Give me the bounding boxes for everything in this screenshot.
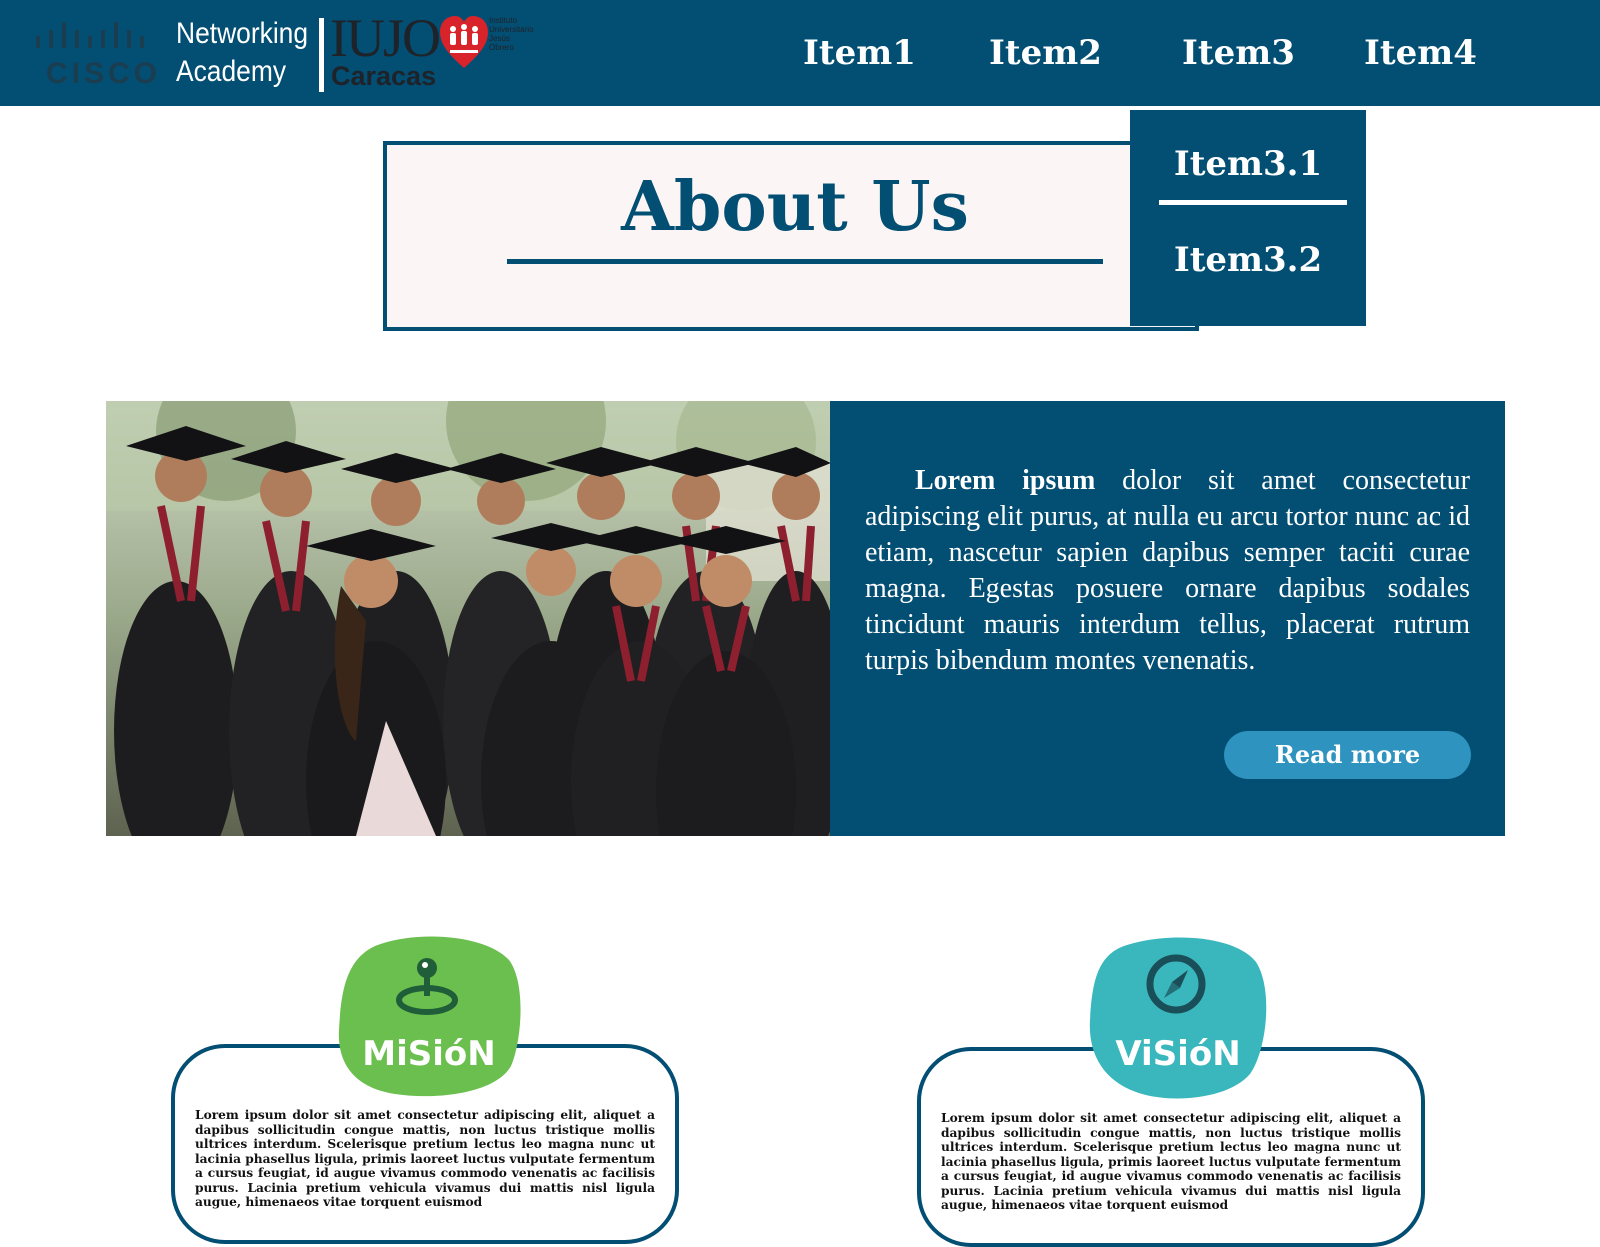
about-text-panel: Lorem ipsum dolor sit amet consectetur a… — [830, 401, 1505, 836]
mision-badge: MiSióN — [335, 934, 523, 1098]
nav-item-3[interactable]: Item3 — [1182, 28, 1295, 78]
site-header: CISCO Networking Academy IUJO Caracas In… — [0, 0, 1600, 106]
mision-text: Lorem ipsum dolor sit amet consectetur a… — [195, 1108, 655, 1209]
page-title: About Us — [621, 167, 969, 247]
about-us-box: About Us — [383, 141, 1199, 331]
logo-divider — [319, 18, 324, 92]
about-paragraph-lead: Lorem ipsum — [915, 465, 1096, 496]
dropdown-item-3-1[interactable]: Item3.1 — [1130, 142, 1366, 186]
vision-badge: ViSióN — [1088, 934, 1268, 1100]
title-underline — [507, 259, 1103, 264]
cisco-wordmark: CISCO — [46, 57, 162, 90]
about-paragraph: Lorem ipsum dolor sit amet consectetur a… — [865, 463, 1470, 679]
mision-label: MiSióN — [362, 1034, 496, 1074]
nav-item-4[interactable]: Item4 — [1364, 28, 1477, 78]
graduates-illustration — [106, 401, 831, 836]
iujo-wordmark: IUJO — [330, 8, 441, 68]
dropdown-separator — [1159, 200, 1347, 205]
heart-children-icon — [440, 16, 488, 68]
item3-dropdown: Item3.1 Item3.2 — [1130, 110, 1366, 326]
about-paragraph-body: dolor sit amet consectetur adipiscing el… — [865, 465, 1471, 676]
joystick-pin-icon — [396, 958, 458, 1015]
vision-text: Lorem ipsum dolor sit amet consectetur a… — [941, 1111, 1401, 1212]
nav-item-1[interactable]: Item1 — [803, 28, 916, 78]
read-more-button[interactable]: Read more — [1224, 731, 1471, 779]
institute-text: Instituto Universitario Jesús Obrero — [489, 16, 534, 52]
compass-icon — [1146, 954, 1206, 1014]
iujo-city-label: Caracas — [331, 61, 437, 91]
vision-label: ViSióN — [1115, 1034, 1241, 1074]
academy-label: Academy — [176, 55, 287, 88]
networking-label: Networking — [176, 17, 309, 50]
nav-item-2[interactable]: Item2 — [989, 28, 1102, 78]
graduates-photo — [106, 401, 831, 836]
dropdown-item-3-2[interactable]: Item3.2 — [1130, 238, 1366, 282]
cisco-bars-icon — [36, 22, 144, 48]
